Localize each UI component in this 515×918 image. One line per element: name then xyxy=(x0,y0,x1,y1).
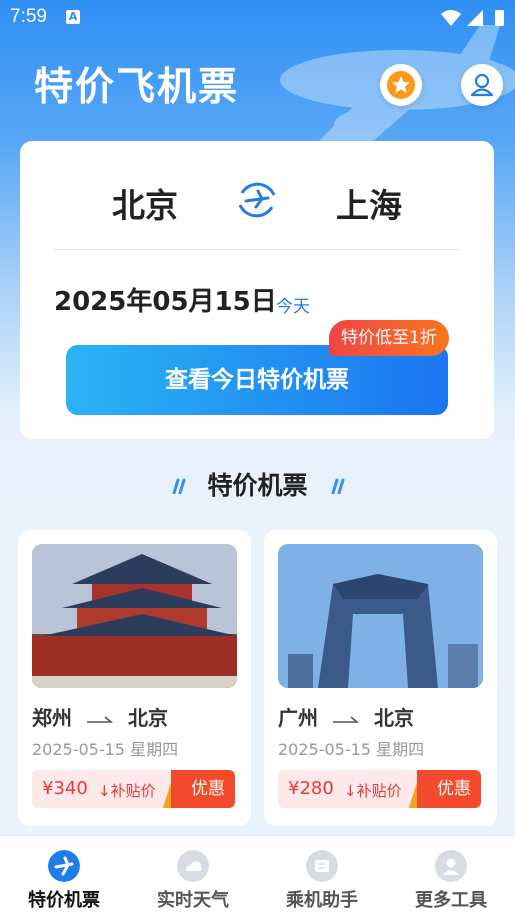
route-from: 郑州 xyxy=(32,706,72,730)
status-bar: 7:59 A xyxy=(0,0,515,36)
weather-icon xyxy=(177,850,209,882)
price-box: ¥280 ↓补贴价 优惠 xyxy=(278,770,481,808)
status-time: 7:59 xyxy=(10,6,47,27)
date-hint: 今天 xyxy=(276,297,310,317)
divider xyxy=(54,249,460,250)
temple-of-heaven-photo xyxy=(32,544,237,688)
subsidy-label: ↓补贴价 xyxy=(98,782,156,800)
page-title: 特价飞机票 xyxy=(34,65,240,110)
deal-date: 2025-05-15 星期四 xyxy=(278,740,425,759)
nav-label: 特价机票 xyxy=(28,890,100,911)
user-icon xyxy=(470,73,494,97)
notification-a-icon: A xyxy=(66,10,80,24)
nav-label: 乘机助手 xyxy=(286,890,358,911)
star-icon xyxy=(387,71,415,99)
promo-badge: 优惠 xyxy=(171,770,235,808)
plane-icon xyxy=(48,850,80,882)
nav-label: 实时天气 xyxy=(157,890,229,911)
deal-card[interactable]: 郑州 北京 2025-05-15 星期四 ¥340 ↓补贴价 优惠 xyxy=(18,530,251,826)
arrow-right-icon xyxy=(86,715,113,723)
arrival-city[interactable]: 上海 xyxy=(336,179,402,227)
ticket-icon xyxy=(306,850,338,882)
nav-label: 更多工具 xyxy=(415,890,487,911)
arrow-right-icon xyxy=(332,715,359,723)
bottom-navigation: 特价机票 实时天气 乘机助手 更多工具 xyxy=(0,835,515,918)
deal-price: ¥280 xyxy=(288,778,334,799)
nav-tab-assistant[interactable]: 乘机助手 xyxy=(258,836,386,918)
section-decoration-right xyxy=(331,478,345,494)
deal-card[interactable]: 广州 北京 2025-05-15 星期四 ¥280 ↓补贴价 优惠 xyxy=(264,530,497,826)
profile-icon xyxy=(435,850,467,882)
nav-tab-tools[interactable]: 更多工具 xyxy=(387,836,515,918)
nav-tab-weather[interactable]: 实时天气 xyxy=(129,836,257,918)
system-status-icons xyxy=(441,10,504,26)
route: 广州 北京 xyxy=(278,702,414,731)
cctv-tower-photo xyxy=(278,544,483,688)
deal-price: ¥340 xyxy=(42,778,88,799)
deal-date: 2025-05-15 星期四 xyxy=(32,740,179,759)
swap-cities-icon[interactable] xyxy=(234,177,280,223)
favorites-button[interactable] xyxy=(380,64,422,106)
route-to: 北京 xyxy=(373,706,414,730)
route-to: 北京 xyxy=(127,706,168,730)
route-from: 广州 xyxy=(278,706,318,730)
section-title: 特价机票 xyxy=(207,471,308,500)
flight-search-card: 北京 上海 2025年05月15日 今天 查看今日特价机票 特价低至1折 xyxy=(20,141,494,439)
route: 郑州 北京 xyxy=(32,702,168,731)
departure-date[interactable]: 2025年05月15日 xyxy=(54,281,277,318)
departure-city[interactable]: 北京 xyxy=(112,179,178,227)
discount-badge: 特价低至1折 xyxy=(329,320,449,356)
price-box: ¥340 ↓补贴价 优惠 xyxy=(32,770,235,808)
subsidy-label: ↓补贴价 xyxy=(344,782,402,800)
promo-badge: 优惠 xyxy=(417,770,481,808)
user-profile-button[interactable] xyxy=(461,64,503,106)
nav-tab-deals[interactable]: 特价机票 xyxy=(0,836,128,918)
